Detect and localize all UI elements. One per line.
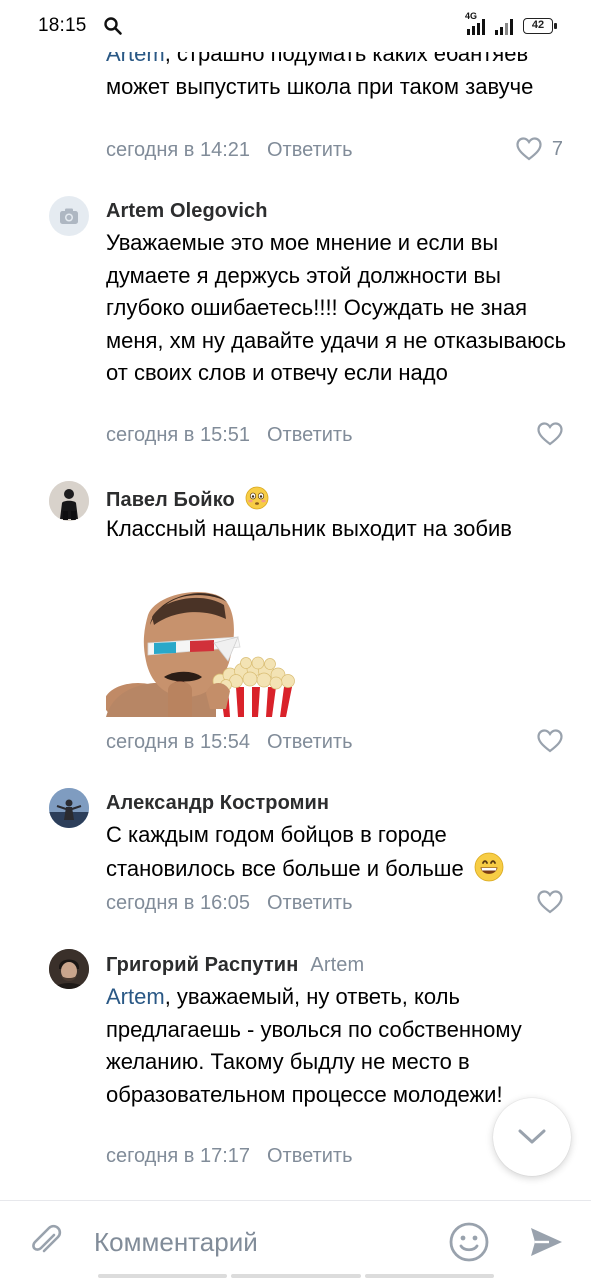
camera-icon (60, 208, 78, 224)
mention-link[interactable]: Artem (106, 984, 165, 1009)
avatar[interactable] (49, 788, 89, 828)
grinning-face-emoji (474, 852, 504, 881)
like-button[interactable]: 7 (516, 137, 563, 161)
comment-meta: сегодня в 15:54 Ответить (106, 731, 353, 754)
paperclip-icon[interactable] (28, 1223, 64, 1259)
avatar-photo (49, 481, 89, 521)
comment-text: С каждым годом бойцов в городе становило… (106, 819, 576, 885)
like-button[interactable] (537, 890, 563, 914)
like-button[interactable] (537, 422, 563, 446)
heart-icon (537, 729, 563, 753)
comment-text-body: , уважаемый, ну ответь, коль предлагаешь… (106, 984, 522, 1107)
comment-time: сегодня в 14:21 (106, 139, 250, 161)
author-name-text: Павел Бойко (106, 489, 235, 511)
comment-time: сегодня в 15:51 (106, 424, 250, 446)
status-indicators: 4G 42 (465, 11, 557, 35)
heart-icon (537, 890, 563, 914)
status-bar: 18:15 4G 42 (0, 0, 591, 52)
comment-time: сегодня в 17:17 (106, 1145, 250, 1167)
comment-text: Уважаемые это мое мнение и если вы думае… (106, 230, 567, 385)
author-name[interactable]: Александр Костромин (106, 792, 329, 815)
reply-button[interactable]: Ответить (267, 424, 353, 446)
author-name[interactable]: Павел Бойко (106, 486, 269, 512)
avatar[interactable] (49, 196, 89, 236)
reply-button[interactable]: Ответить (267, 892, 353, 914)
status-time: 18:15 (38, 15, 87, 36)
network-type: 4G (465, 11, 478, 21)
reply-button[interactable]: Ответить (267, 731, 353, 753)
comments-feed[interactable]: Artem, страшно подумать каких ебантяев м… (0, 0, 591, 1200)
reply-to-name[interactable]: Artem (310, 954, 364, 976)
reply-button[interactable]: Ответить (267, 139, 353, 161)
avatar-photo (49, 949, 89, 989)
signal-icon: 4G (465, 11, 485, 35)
signal-icon-2 (495, 17, 513, 35)
comment-meta: сегодня в 14:21 Ответить (106, 139, 353, 162)
comment-time: сегодня в 16:05 (106, 892, 250, 914)
chevron-down-icon (518, 1129, 546, 1144)
comment-time: сегодня в 15:54 (106, 731, 250, 753)
popcorn-3d-glasses-sticker[interactable] (104, 585, 302, 723)
like-count: 7 (551, 137, 563, 160)
reply-button[interactable]: Ответить (267, 1145, 353, 1167)
avatar[interactable] (49, 481, 89, 521)
avatar-photo (49, 788, 89, 828)
navigation-bar (98, 1274, 494, 1278)
comment-meta: сегодня в 17:17 Ответить (106, 1145, 353, 1168)
comment-text-body: С каждым годом бойцов в городе становило… (106, 822, 464, 881)
like-button[interactable] (537, 729, 563, 753)
flushed-face-emoji (245, 486, 268, 510)
battery-icon: 42 (523, 18, 557, 34)
author-name[interactable]: Григорий Распутин Artem (106, 954, 364, 977)
comment-meta: сегодня в 16:05 Ответить (106, 892, 353, 915)
comment-meta: сегодня в 15:51 Ответить (106, 424, 353, 447)
comment-input[interactable] (94, 1225, 424, 1259)
heart-icon (537, 422, 563, 446)
author-name[interactable]: Artem Olegovich (106, 200, 268, 223)
scroll-down-button[interactable] (493, 1098, 571, 1176)
comment-text: Классный нащальник выходит на зобив (106, 516, 512, 541)
avatar[interactable] (49, 949, 89, 989)
search-icon (103, 17, 122, 35)
send-icon[interactable] (527, 1223, 565, 1261)
comment-text: Artem, уважаемый, ну ответь, коль предла… (106, 981, 576, 1111)
heart-icon (516, 137, 542, 161)
author-name-text: Григорий Распутин (106, 954, 299, 976)
smile-icon[interactable] (448, 1221, 490, 1263)
comment-composer (0, 1200, 591, 1280)
